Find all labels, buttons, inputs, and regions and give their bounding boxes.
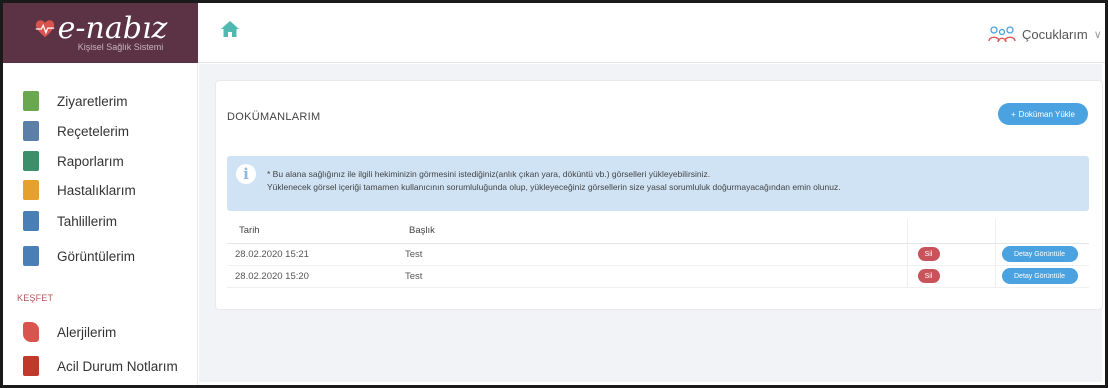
sidebar-item-prescriptions[interactable]: Reçetelerim (23, 121, 129, 141)
report-icon (23, 151, 39, 171)
sidebar-item-label: Reçetelerim (57, 123, 130, 139)
cell-detail: Detay Görüntüle (994, 243, 1089, 266)
sidebar-item-label: Alerjilerim (57, 324, 117, 340)
chevron-down-icon: ∨ (1093, 28, 1102, 41)
info-text: * Bu alana sağlığınız ile ilgili hekimin… (267, 168, 841, 194)
prescription-icon (23, 121, 39, 141)
sidebar-item-images[interactable]: Görüntülerim (23, 246, 135, 266)
delete-button[interactable]: Sil (917, 269, 940, 283)
notes-icon (23, 356, 39, 376)
table-header-row: Tarih Başlık (227, 219, 1089, 244)
main-content: DOKÜMANLARIM + Doküman Yükle i * Bu alan… (199, 64, 1103, 382)
sidebar-item-visits[interactable]: Ziyaretlerim (23, 91, 128, 111)
cell-delete: Sil (906, 265, 995, 288)
sidebar-item-allergies[interactable]: Alerjilerim (23, 322, 116, 342)
column-header-delete (906, 219, 995, 244)
info-icon: i (236, 164, 256, 184)
cell-delete: Sil (906, 243, 995, 266)
column-header-detail (994, 219, 1089, 244)
home-icon[interactable] (220, 19, 240, 39)
sidebar-item-label: Tahlillerim (57, 213, 118, 229)
cell-date: 28.02.2020 15:20 (227, 265, 397, 288)
sidebar-item-label: Raporlarım (57, 153, 124, 169)
sidebar-item-emergency-notes[interactable]: Acil Durum Notlarım (23, 356, 178, 376)
column-header-date[interactable]: Tarih (227, 219, 397, 244)
test-tubes-icon (23, 211, 39, 231)
sidebar: Ziyaretlerim Reçetelerim Raporlarım Hast… (3, 63, 198, 385)
building-icon (23, 91, 39, 111)
page-title: DOKÜMANLARIM (227, 111, 321, 123)
sidebar-section-explore: KEŞFET (17, 293, 54, 303)
logo-text: e-nabız (57, 11, 168, 46)
delete-button[interactable]: Sil (917, 247, 940, 261)
table-row: 28.02.2020 15:21 Test Sil Detay Görüntül… (227, 243, 1089, 266)
sidebar-item-label: Hastalıklarım (57, 182, 136, 198)
image-icon (23, 246, 39, 266)
cell-title: Test (397, 265, 907, 288)
view-detail-button[interactable]: Detay Görüntüle (1001, 268, 1078, 284)
cell-detail: Detay Görüntüle (994, 265, 1089, 288)
logo-subtitle: Kişisel Sağlık Sistemi (77, 42, 164, 52)
column-header-title[interactable]: Başlık (397, 219, 907, 244)
info-line-2: Yüklenecek görsel içeriği tamamen kullan… (267, 182, 841, 192)
documents-table: Tarih Başlık 28.02.2020 15:21 Test Sil D… (227, 219, 1089, 288)
sidebar-item-diseases[interactable]: Hastalıklarım (23, 180, 136, 200)
bell-icon[interactable] (1103, 21, 1108, 41)
children-menu[interactable]: Çocuklarım ∨ (988, 25, 1102, 43)
sidebar-item-label: Acil Durum Notlarım (57, 358, 178, 374)
app-window: e-nabız Kişisel Sağlık Sistemi Çocukları… (0, 0, 1108, 388)
sidebar-item-reports[interactable]: Raporlarım (23, 151, 124, 171)
view-detail-button[interactable]: Detay Görüntüle (1001, 246, 1078, 262)
logo[interactable]: e-nabız Kişisel Sağlık Sistemi (3, 3, 198, 63)
sidebar-item-label: Ziyaretlerim (57, 93, 128, 109)
info-alert: i * Bu alana sağlığınız ile ilgili hekim… (227, 156, 1089, 211)
allergy-icon (23, 322, 39, 342)
top-bar: Çocuklarım ∨ (198, 3, 1105, 63)
sidebar-item-label: Görüntülerim (57, 248, 136, 264)
patient-icon (23, 180, 39, 200)
children-label: Çocuklarım (1022, 26, 1088, 42)
cell-date: 28.02.2020 15:21 (227, 243, 397, 266)
plus-icon: + (1011, 109, 1016, 119)
documents-card: DOKÜMANLARIM + Doküman Yükle i * Bu alan… (215, 80, 1103, 310)
heart-logo-icon (35, 20, 54, 38)
upload-document-button[interactable]: + Doküman Yükle (998, 103, 1088, 125)
info-line-1: * Bu alana sağlığınız ile ilgili hekimin… (267, 169, 711, 179)
children-icon (988, 26, 1016, 43)
cell-title: Test (397, 243, 907, 266)
upload-button-label: Doküman Yükle (1018, 109, 1075, 119)
sidebar-item-tests[interactable]: Tahlillerim (23, 211, 117, 231)
table-row: 28.02.2020 15:20 Test Sil Detay Görüntül… (227, 265, 1089, 288)
